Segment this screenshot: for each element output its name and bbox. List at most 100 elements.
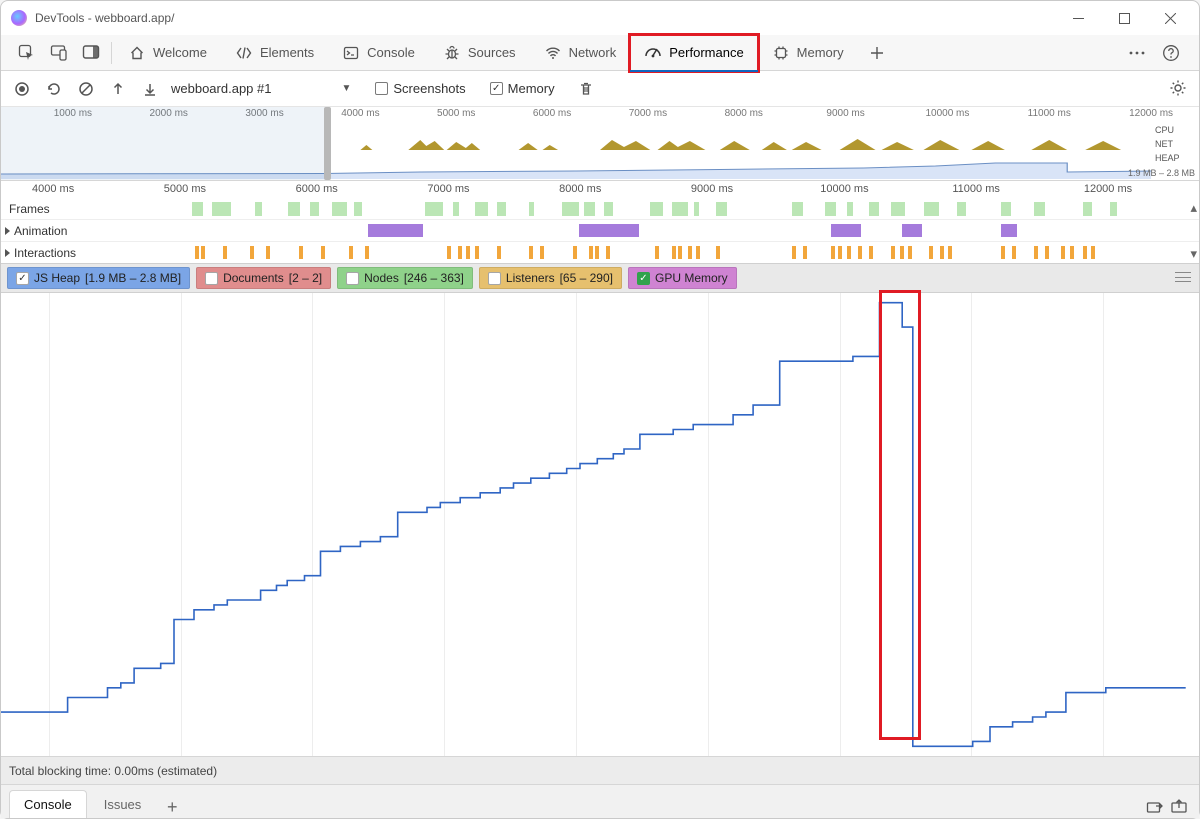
frame-bar[interactable] [869,202,879,216]
tab-console[interactable]: Console [328,35,429,71]
interaction-bar[interactable] [688,246,692,259]
drawer-tab-console[interactable]: Console [9,790,87,818]
interaction-bar[interactable] [1001,246,1005,259]
overview-selection[interactable] [1,107,327,180]
interaction-bar[interactable] [573,246,577,259]
frame-bar[interactable] [562,202,578,216]
interaction-bar[interactable] [195,246,199,259]
upload-button[interactable] [107,78,129,100]
interaction-bar[interactable] [1045,246,1049,259]
interaction-bar[interactable] [250,246,254,259]
tab-memory[interactable]: Memory [758,35,858,71]
interaction-bar[interactable] [540,246,544,259]
settings-button[interactable] [1169,79,1189,99]
legend-checkbox[interactable] [16,272,29,285]
interaction-bar[interactable] [497,246,501,259]
inspect-icon[interactable] [17,43,37,63]
frames-track[interactable]: Frames ▴ [1,199,1199,219]
legend-documents[interactable]: Documents[2 – 2] [196,267,331,289]
interaction-bar[interactable] [803,246,807,259]
memory-checkbox[interactable] [490,82,503,95]
delete-recording-button[interactable] [575,78,597,100]
drawer-add-tab[interactable]: + [158,797,186,818]
interaction-bar[interactable] [929,246,933,259]
overview-handle[interactable] [324,107,331,180]
more-icon[interactable] [1127,43,1147,63]
frame-bar[interactable] [1001,202,1011,216]
interaction-bar[interactable] [606,246,610,259]
animation-bar[interactable] [579,224,639,237]
interaction-bar[interactable] [266,246,270,259]
interaction-bar[interactable] [678,246,682,259]
interaction-bar[interactable] [1012,246,1016,259]
screenshots-checkbox[interactable] [375,82,388,95]
device-toggle-icon[interactable] [49,43,69,63]
close-button[interactable] [1147,3,1193,33]
legend-nodes[interactable]: Nodes[246 – 363] [337,267,473,289]
frame-bar[interactable] [792,202,803,216]
interaction-bar[interactable] [589,246,593,259]
interaction-bar[interactable] [201,246,205,259]
frame-bar[interactable] [825,202,836,216]
interaction-bar[interactable] [838,246,842,259]
interaction-bar[interactable] [891,246,895,259]
frame-bar[interactable] [604,202,613,216]
frame-bar[interactable] [957,202,966,216]
frame-bar[interactable] [1110,202,1117,216]
help-icon[interactable] [1161,43,1181,63]
frame-bar[interactable] [1083,202,1092,216]
legend-checkbox[interactable] [488,272,501,285]
interaction-bar[interactable] [447,246,451,259]
interaction-bar[interactable] [716,246,720,259]
interaction-bar[interactable] [948,246,952,259]
overview-timeline[interactable]: 1000 ms2000 ms3000 ms4000 ms5000 ms6000 … [1,107,1199,181]
interaction-bar[interactable] [1083,246,1087,259]
interaction-bar[interactable] [792,246,796,259]
clear-button[interactable] [75,78,97,100]
interaction-bar[interactable] [365,246,369,259]
frame-bar[interactable] [354,202,362,216]
legend-listeners[interactable]: Listeners[65 – 290] [479,267,622,289]
tab-performance[interactable]: Performance [630,35,757,71]
animation-track[interactable]: Animation [1,219,1199,241]
frame-bar[interactable] [716,202,727,216]
frame-bar[interactable] [529,202,533,216]
interaction-bar[interactable] [940,246,944,259]
frame-bar[interactable] [584,202,595,216]
interaction-bar[interactable] [1034,246,1038,259]
drawer-tab-issues[interactable]: Issues [89,790,157,818]
interaction-bar[interactable] [696,246,700,259]
interaction-bar[interactable] [869,246,873,259]
interaction-bar[interactable] [900,246,904,259]
drawer-collapse-icon[interactable] [1167,794,1191,818]
interaction-bar[interactable] [466,246,470,259]
interaction-bar[interactable] [908,246,912,259]
frame-bar[interactable] [255,202,262,216]
interactions-track[interactable]: Interactions ▾ [1,241,1199,263]
add-tab-button[interactable] [858,35,896,71]
frame-bar[interactable] [332,202,347,216]
frame-bar[interactable] [847,202,852,216]
memory-chart[interactable] [1,293,1199,756]
legend-checkbox[interactable] [346,272,359,285]
legend-menu-icon[interactable] [1175,272,1191,282]
animation-bar[interactable] [1001,224,1017,237]
interaction-bar[interactable] [529,246,533,259]
frame-bar[interactable] [425,202,443,216]
frame-bar[interactable] [288,202,300,216]
frame-bar[interactable] [310,202,319,216]
maximize-button[interactable] [1101,3,1147,33]
interaction-bar[interactable] [672,246,676,259]
interaction-bar[interactable] [655,246,659,259]
interaction-bar[interactable] [1070,246,1074,259]
interaction-bar[interactable] [595,246,599,259]
frame-bar[interactable] [650,202,663,216]
minimize-button[interactable] [1055,3,1101,33]
tab-sources[interactable]: Sources [429,35,530,71]
interaction-bar[interactable] [223,246,227,259]
dock-side-icon[interactable] [81,43,101,63]
drawer-export-icon[interactable] [1143,794,1167,818]
tab-elements[interactable]: Elements [221,35,328,71]
interaction-bar[interactable] [349,246,353,259]
recording-dropdown[interactable]: ▼ [341,83,351,94]
